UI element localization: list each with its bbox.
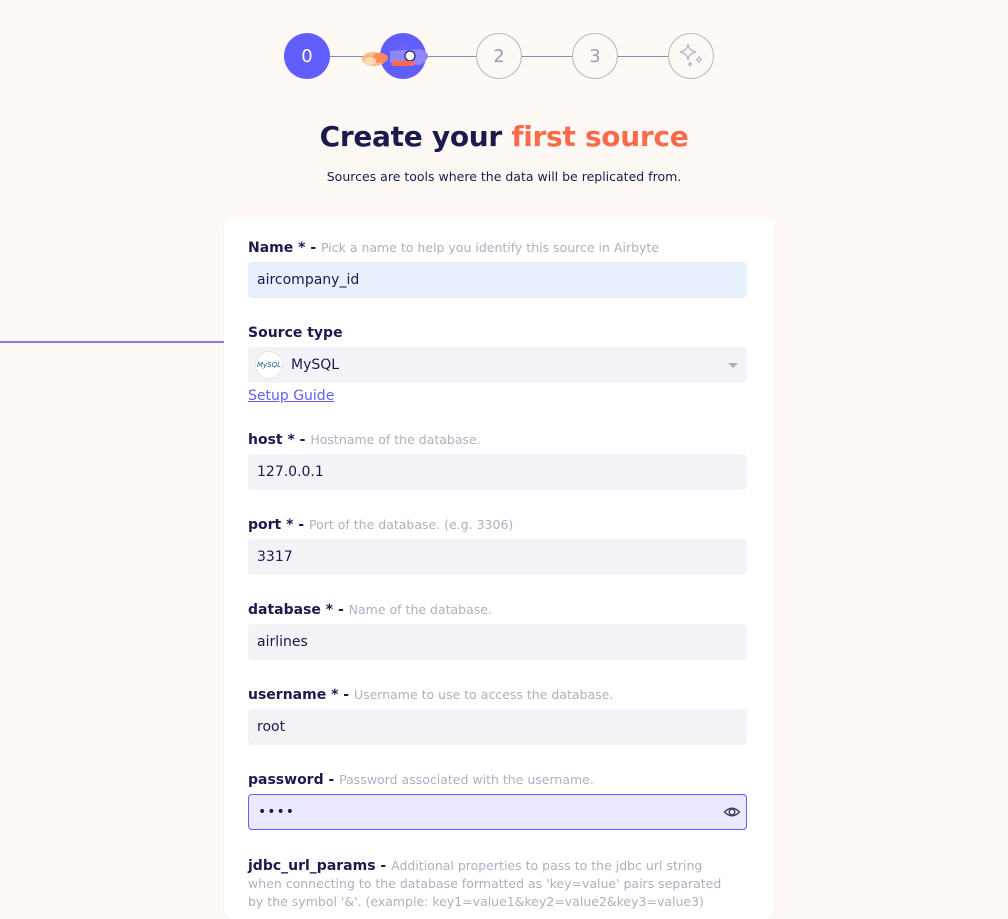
port-input[interactable]: 3317	[248, 539, 747, 575]
step-3-label: 3	[589, 45, 601, 67]
page-title: Create your first source	[0, 120, 1008, 153]
mysql-logo-text: MySQL	[256, 361, 282, 369]
page-subtitle: Sources are tools where the data will be…	[326, 169, 682, 184]
port-label-text: port * -	[248, 517, 305, 533]
step-connector	[522, 56, 572, 57]
step-0: 0	[284, 33, 330, 79]
step-connector	[618, 56, 668, 57]
username-field: username * - Username to use to access t…	[248, 687, 747, 745]
step-2-label: 2	[493, 45, 505, 67]
step-final	[668, 33, 714, 79]
host-label-text: host * -	[248, 432, 306, 448]
username-hint: Username to use to access the database.	[353, 687, 614, 702]
database-hint: Name of the database.	[348, 602, 492, 617]
username-label-text: username * -	[248, 687, 350, 703]
database-input-value: airlines	[257, 634, 308, 650]
password-hint: Password associated with the username.	[339, 772, 594, 787]
port-hint: Port of the database. (e.g. 3306)	[309, 517, 514, 532]
host-input[interactable]: 127.0.0.1	[248, 454, 747, 490]
host-field: host * - Hostname of the database. 127.0…	[248, 432, 747, 490]
host-input-value: 127.0.0.1	[257, 464, 324, 480]
password-input-value: ••••	[258, 804, 296, 820]
name-input[interactable]: aircompany_id	[248, 262, 747, 298]
host-hint: Hostname of the database.	[310, 432, 481, 447]
port-field: port * - Port of the database. (e.g. 330…	[248, 517, 747, 575]
password-input[interactable]: ••••	[248, 794, 747, 830]
source-type-field: Source type MySQL MySQL Setup Guide	[248, 325, 747, 404]
jdbc-url-params-field: jdbc_url_params - Additional properties …	[248, 857, 747, 911]
rocket-icon	[362, 43, 428, 66]
name-label-text: Name * -	[248, 240, 317, 256]
name-field: Name * - Pick a name to help you identif…	[248, 240, 747, 298]
username-label: username * - Username to use to access t…	[248, 687, 747, 703]
username-input-value: root	[257, 719, 286, 735]
title-prefix: Create your	[319, 120, 503, 153]
title-accent: first source	[511, 120, 689, 153]
source-type-value: MySQL	[291, 357, 340, 373]
password-field: password - Password associated with the …	[248, 772, 747, 830]
chevron-down-icon	[728, 363, 738, 368]
onboarding-stepper: 0 2 3	[284, 33, 716, 81]
source-type-label: Source type	[248, 325, 343, 341]
database-input[interactable]: airlines	[248, 624, 747, 660]
username-input[interactable]: root	[248, 709, 747, 745]
jdbc-url-params-label-text: jdbc_url_params -	[248, 858, 387, 874]
database-label-text: database * -	[248, 602, 344, 618]
database-label: database * - Name of the database.	[248, 602, 747, 618]
step-0-label: 0	[301, 45, 313, 67]
port-input-value: 3317	[257, 549, 293, 565]
source-form-card: Name * - Pick a name to help you identif…	[224, 219, 774, 919]
step-2: 2	[476, 33, 522, 79]
step-3: 3	[572, 33, 618, 79]
decorative-line	[0, 341, 224, 343]
password-label-text: password -	[248, 772, 335, 788]
database-field: database * - Name of the database. airli…	[248, 602, 747, 660]
host-label: host * - Hostname of the database.	[248, 432, 747, 448]
mysql-logo-icon: MySQL	[255, 351, 283, 379]
password-label: password - Password associated with the …	[248, 772, 747, 788]
source-type-select[interactable]: MySQL MySQL	[248, 347, 747, 383]
name-label: Name * - Pick a name to help you identif…	[248, 240, 747, 256]
sparkles-icon	[679, 43, 703, 67]
name-input-value: aircompany_id	[257, 272, 360, 288]
setup-guide-link[interactable]: Setup Guide	[248, 388, 334, 404]
jdbc-url-params-label: jdbc_url_params - Additional properties …	[248, 857, 728, 911]
port-label: port * - Port of the database. (e.g. 330…	[248, 517, 747, 533]
name-hint: Pick a name to help you identify this so…	[321, 240, 660, 255]
eye-icon[interactable]	[723, 803, 741, 821]
